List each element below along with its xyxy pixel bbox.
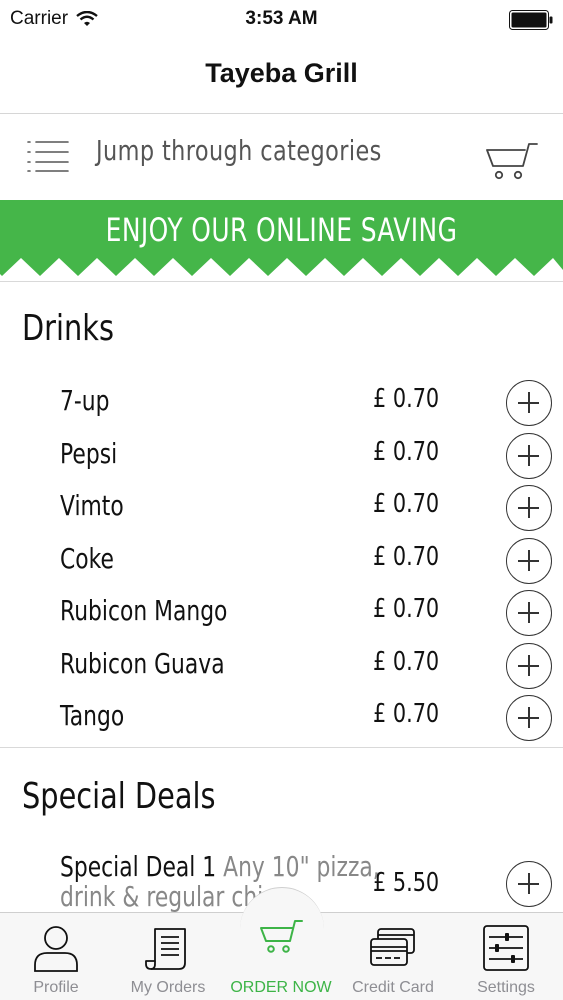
section-title-special-deals: Special Deals — [22, 776, 216, 817]
deal-title: Special Deal 1 — [60, 850, 217, 883]
menu-item: Rubicon Mango £ 0.70 — [0, 586, 563, 639]
divider — [0, 281, 563, 282]
sliders-icon — [483, 925, 529, 971]
item-name: Coke — [60, 542, 114, 575]
item-name: Pepsi — [60, 437, 118, 470]
jump-categories-label[interactable]: Jump through categories — [96, 134, 382, 167]
tab-label-settings: Settings — [477, 979, 535, 996]
divider — [0, 747, 563, 748]
item-price: £ 0.70 — [373, 542, 440, 572]
menu-item: Vimto £ 0.70 — [0, 481, 563, 534]
menu-item: 7-up £ 0.70 — [0, 376, 563, 429]
item-name: Rubicon Guava — [60, 647, 225, 680]
menu-item: Coke £ 0.70 — [0, 534, 563, 587]
item-price: £ 0.70 — [373, 437, 440, 467]
tab-label-profile: Profile — [33, 979, 79, 996]
item-name: Vimto — [60, 489, 124, 522]
shopping-cart-icon[interactable] — [485, 140, 539, 182]
tab-order-now[interactable]: ORDER NOW — [225, 913, 337, 1000]
add-item-button[interactable] — [506, 695, 552, 741]
category-jump-bar[interactable]: Jump through categories — [0, 114, 563, 200]
menu-item: Tango £ 0.70 — [0, 691, 563, 744]
deal-price: £ 5.50 — [373, 868, 440, 898]
promo-banner: ENJOY OUR ONLINE SAVING — [0, 200, 563, 278]
battery-icon — [509, 10, 553, 30]
status-time: 3:53 AM — [245, 8, 318, 29]
tab-credit-card[interactable]: Credit Card — [337, 913, 449, 1000]
section-title-drinks: Drinks — [22, 308, 114, 349]
add-item-button[interactable] — [506, 433, 552, 479]
item-name: Rubicon Mango — [60, 594, 228, 627]
add-item-button[interactable] — [506, 861, 552, 907]
menu-item: Rubicon Guava £ 0.70 — [0, 639, 563, 692]
menu-item: Pepsi £ 0.70 — [0, 429, 563, 482]
page-title: Tayeba Grill — [205, 58, 358, 88]
item-name: 7-up — [60, 384, 110, 417]
person-icon — [34, 926, 78, 972]
add-item-button[interactable] — [506, 380, 552, 426]
add-item-button[interactable] — [506, 643, 552, 689]
tab-label-order-now: ORDER NOW — [230, 979, 332, 996]
status-bar: Carrier 3:53 AM — [0, 0, 563, 40]
item-price: £ 0.70 — [373, 384, 440, 414]
item-name: Tango — [60, 699, 125, 732]
tab-profile[interactable]: Profile — [0, 913, 112, 1000]
tab-settings[interactable]: Settings — [450, 913, 562, 1000]
tab-label-credit-card: Credit Card — [352, 979, 434, 996]
deal-name: Special Deal 1 Any 10" pizza, drink & re… — [60, 852, 388, 912]
item-price: £ 0.70 — [373, 647, 440, 677]
item-price: £ 0.70 — [373, 489, 440, 519]
cart-icon — [260, 920, 303, 953]
tab-bar: Profile My Orders ORDER NOW Credit Card … — [0, 887, 563, 1000]
add-item-button[interactable] — [506, 538, 552, 584]
credit-card-icon — [370, 928, 415, 966]
item-price: £ 0.70 — [373, 594, 440, 624]
hamburger-menu-icon[interactable] — [26, 138, 72, 174]
add-item-button[interactable] — [506, 485, 552, 531]
nav-bar: Tayeba Grill — [0, 40, 563, 114]
add-item-button[interactable] — [506, 590, 552, 636]
item-price: £ 0.70 — [373, 699, 440, 729]
receipt-icon — [145, 928, 186, 970]
tab-my-orders[interactable]: My Orders — [112, 913, 224, 1000]
tab-label-my-orders: My Orders — [130, 979, 206, 996]
banner-text: ENJOY OUR ONLINE SAVING — [105, 211, 458, 249]
